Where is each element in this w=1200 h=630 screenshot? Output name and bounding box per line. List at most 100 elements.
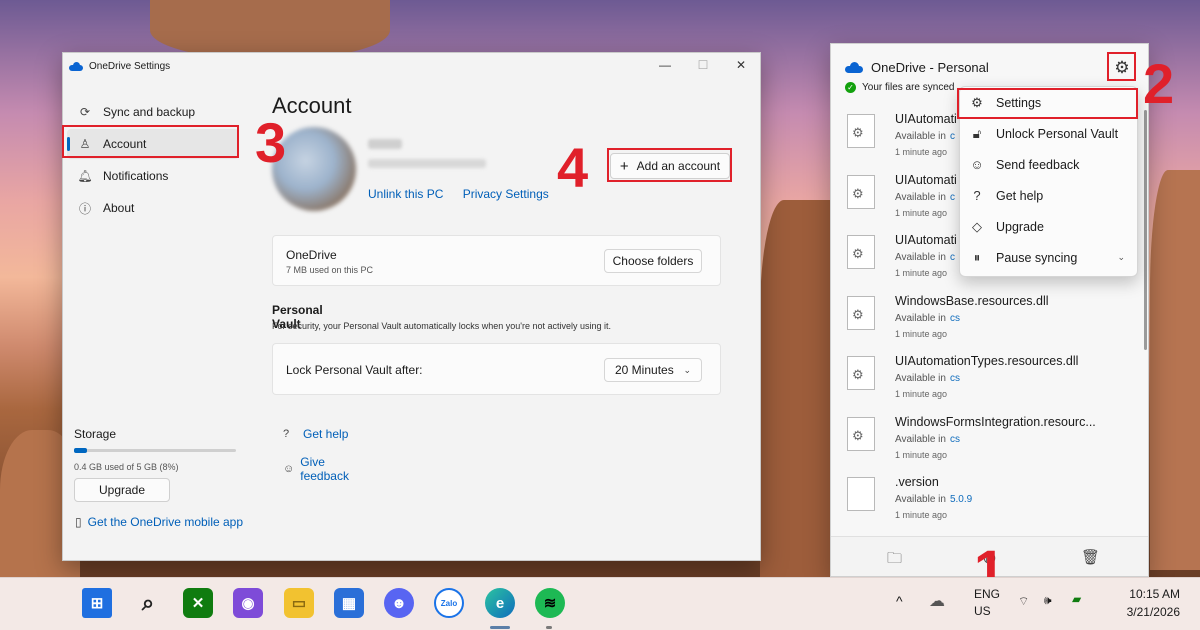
sync-icon: ⟳ <box>79 105 91 119</box>
nav-item-sync-and-backup[interactable]: ⟳ Sync and backup <box>67 97 239 127</box>
phone-icon: ▯ <box>75 515 82 529</box>
wifi-icon[interactable]: ⌔ <box>1018 594 1029 609</box>
highlight-gear <box>1107 52 1136 81</box>
storage-title: Storage <box>74 427 117 441</box>
list-item[interactable]: ⚙ UIAutomationTypes.resources.dll Availa… <box>831 348 1148 409</box>
file-status-label: Available in <box>895 191 946 203</box>
zalo-icon[interactable]: Zalo <box>434 588 464 618</box>
minimize-button[interactable]: — <box>646 53 684 77</box>
file-time: 1 minute ago <box>895 389 948 399</box>
highlight-add-account <box>607 148 732 182</box>
sync-status: ✓ Your files are synced <box>845 82 954 93</box>
spotify-icon[interactable]: ≋ <box>535 588 565 618</box>
list-item[interactable]: ⚙ WindowsBase.resources.dll Available in… <box>831 288 1148 349</box>
menu-item-pause-syncing[interactable]: ⏸ Pause syncing ⌄ <box>960 242 1137 273</box>
recycle-bin-icon[interactable]: 🗑 <box>1081 548 1100 566</box>
file-time: 1 minute ago <box>895 328 948 339</box>
close-button[interactable]: ✕ <box>722 53 760 77</box>
info-icon: ⓘ <box>78 201 91 216</box>
file-location[interactable]: cs <box>950 434 960 445</box>
onedrive-tray-icon[interactable]: ☁ <box>929 591 945 611</box>
edge-active-indicator <box>490 626 510 629</box>
file-location[interactable]: c <box>950 192 955 203</box>
menu-item-label: Get help <box>996 188 1044 203</box>
menu-item-label: Upgrade <box>996 219 1044 234</box>
get-help-link[interactable]: ? Get help <box>283 427 352 441</box>
search-icon[interactable]: ⌕ <box>133 588 163 618</box>
diamond-icon: ◇ <box>972 218 982 234</box>
file-status-label: Available in <box>895 433 946 445</box>
file-name: WindowsBase.resources.dll <box>895 293 1049 308</box>
menu-item-send-feedback[interactable]: ☺ Send feedback <box>960 149 1137 180</box>
menu-item-unlock-personal-vault[interactable]: 🔓︎ Unlock Personal Vault <box>960 118 1137 149</box>
chevron-up-icon[interactable]: ^ <box>896 593 903 609</box>
file-status: Available in 5.0.9 <box>895 494 972 505</box>
bell-icon: 🔔︎ <box>77 169 93 183</box>
language-code: ENG <box>974 587 1001 601</box>
discord-icon[interactable]: ☻ <box>384 588 414 618</box>
file-name: .version <box>895 475 939 489</box>
file-status: Available in cs <box>895 313 960 324</box>
start-icon[interactable]: ⊞ <box>82 588 112 618</box>
file-location[interactable]: cs <box>950 373 960 384</box>
onedrive-card-title: OneDrive <box>286 248 337 262</box>
give-feedback-label: Give feedback <box>300 455 349 483</box>
file-status-label: Available in <box>895 312 946 324</box>
sync-status-text: Your files are synced <box>862 82 955 93</box>
choose-folders-button[interactable]: Choose folders <box>604 249 702 273</box>
give-feedback-link[interactable]: ☺ Give feedback <box>283 455 352 483</box>
check-icon: ✓ <box>845 82 856 93</box>
onedrive-cloud-icon <box>845 62 863 73</box>
file-name: UIAutomationTypes.resources.dll <box>895 354 1079 368</box>
clipchamp-icon[interactable]: ◉ <box>233 588 263 618</box>
edge-icon[interactable]: e <box>485 588 515 618</box>
clock-time: 10:15 AM <box>1129 587 1180 601</box>
battery-charging-icon[interactable]: ▰ <box>1072 592 1081 606</box>
folder-icon[interactable]: 🗀 <box>887 548 902 573</box>
menu-item-get-help[interactable]: ? Get help <box>960 180 1137 211</box>
nav-item-about[interactable]: ⓘ About <box>67 193 239 223</box>
file-location[interactable]: c <box>950 252 955 263</box>
storage-progress-fill <box>74 448 87 453</box>
flyout-title: OneDrive - Personal <box>871 60 989 75</box>
dll-file-icon: ⚙ <box>847 174 875 209</box>
file-name: UIAutomati <box>895 172 957 187</box>
list-item[interactable]: ⚙ WindowsFormsIntegration.resourc... Ava… <box>831 409 1148 470</box>
unlink-pc-link[interactable]: Unlink this PC <box>368 187 443 201</box>
lock-timeout-select[interactable]: 20 Minutes ⌄ <box>604 358 702 382</box>
upgrade-button[interactable]: Upgrade <box>74 478 170 502</box>
file-explorer-icon[interactable]: ▭ <box>284 588 314 618</box>
window-title: OneDrive Settings <box>89 60 171 72</box>
scrollbar[interactable] <box>1144 110 1147 350</box>
nav-item-notifications[interactable]: 🔔︎ Notifications <box>67 161 239 191</box>
privacy-settings-link[interactable]: Privacy Settings <box>463 187 549 201</box>
menu-item-label: Send feedback <box>996 157 1080 172</box>
dll-file-icon: ⚙ <box>847 356 875 390</box>
file-status: Available in cs <box>895 373 960 384</box>
lock-icon: 🔓︎ <box>972 125 982 141</box>
mobile-app-link[interactable]: ▯ Get the OneDrive mobile app <box>75 515 243 529</box>
wallpaper-rock <box>760 200 840 580</box>
personal-vault-description: For security, your Personal Vault automa… <box>272 321 612 331</box>
volume-icon[interactable]: 🕪 <box>1044 593 1052 608</box>
file-status-label: Available in <box>895 131 946 142</box>
chevron-down-icon: ⌄ <box>1117 252 1125 262</box>
menu-item-upgrade[interactable]: ◇ Upgrade <box>960 211 1137 242</box>
wallpaper-rock <box>1150 170 1200 570</box>
file-location[interactable]: 5.0.9 <box>950 494 972 505</box>
maximize-button[interactable]: ☐ <box>684 53 722 77</box>
xbox-icon[interactable]: ✕ <box>183 588 213 618</box>
language-indicator[interactable]: ENG US <box>974 587 1000 618</box>
nav-item-label: Sync and backup <box>103 105 196 119</box>
storage-section: Storage 0.4 GB used of 5 GB (8%) Upgrade <box>74 427 238 502</box>
file-name: WindowsFormsIntegration.resourc... <box>895 414 1096 429</box>
file-status: Available in c <box>895 131 955 142</box>
clock[interactable]: 10:15 AM 3/21/2026 <box>1118 587 1180 619</box>
microsoft-store-icon[interactable]: ▦ <box>334 588 364 618</box>
list-item[interactable]: .version Available in 5.0.9 1 minute ago <box>831 469 1148 530</box>
dll-file-icon: ⚙ <box>847 235 875 269</box>
file-location[interactable]: c <box>950 131 955 142</box>
file-location[interactable]: cs <box>950 313 960 324</box>
file-time: 1 minute ago <box>895 268 948 278</box>
nav-item-label: About <box>103 201 135 215</box>
